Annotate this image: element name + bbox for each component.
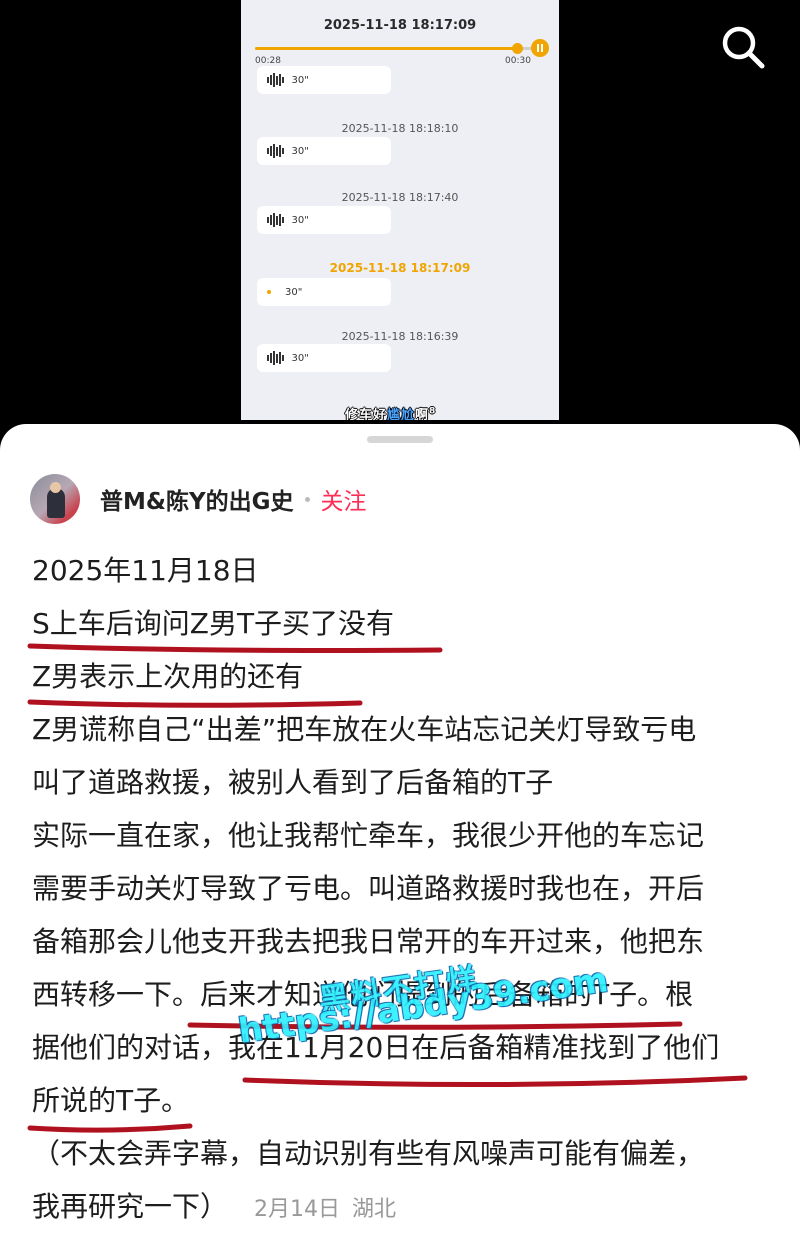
voice-duration: 30" — [291, 352, 309, 364]
post-line: Z男谎称自己“出差”把车放在火车站忘记关灯导致亏电 — [32, 713, 697, 746]
follow-button[interactable]: 关注 — [320, 482, 366, 516]
message-timestamp: 2025-11-18 18:16:39 — [341, 330, 459, 343]
voice-duration: 30" — [285, 286, 303, 298]
voice-duration: 30" — [291, 145, 309, 157]
elapsed-time: 00:28 — [255, 56, 281, 66]
video-area: 2025-11-18 18:17:09 00:28 00:30 30" 2025… — [0, 0, 800, 440]
separator-dot — [305, 496, 311, 502]
post-location: 湖北 — [352, 1197, 397, 1222]
post-line: 据他们的对话，我在11月20日在后备箱精准找到了他们 — [32, 1031, 720, 1064]
embedded-screenshot: 2025-11-18 18:17:09 00:28 00:30 30" 2025… — [241, 0, 559, 420]
waveform-icon — [267, 73, 284, 87]
post-line: 备箱那会儿他支开我去把我日常开的车开过来，他把东 — [32, 925, 705, 958]
progress-track[interactable] — [255, 43, 537, 54]
post-line: 需要手动关灯导致了亏电。叫道路救援时我也在，开后 — [32, 872, 705, 905]
search-icon[interactable] — [718, 22, 768, 72]
drag-handle[interactable] — [367, 436, 433, 443]
waveform-icon — [267, 351, 284, 365]
post-line: 所说的T子。 — [32, 1084, 190, 1117]
post-sheet: 普M&陈Y的出G史 关注 2025年11月18日 S上车后询问Z男T子买了没有 … — [0, 424, 800, 1257]
progress-fill — [255, 47, 518, 50]
author-name[interactable]: 普M&陈Y的出G史 — [100, 482, 293, 516]
video-caption: 修车好尴尬啊8 — [345, 406, 437, 420]
waveform-icon — [267, 144, 284, 158]
author-row: 普M&陈Y的出G史 关注 — [30, 472, 366, 526]
pause-icon[interactable] — [531, 39, 549, 57]
post-meta: 2月14日 湖北 — [254, 1197, 396, 1222]
voice-message[interactable]: 30" — [257, 137, 391, 165]
message-timestamp-active: 2025-11-18 18:17:09 — [329, 261, 471, 275]
message-timestamp: 2025-11-18 18:17:40 — [341, 191, 459, 204]
voice-duration: 30" — [291, 214, 309, 226]
post-line: 叫了道路救援，被别人看到了后备箱的T子 — [32, 766, 554, 799]
post-line-last: 我再研究一下） 2月14日 湖北 — [32, 1190, 397, 1223]
post-date: 2月14日 — [254, 1197, 341, 1222]
voice-duration: 30" — [291, 74, 309, 86]
message-timestamp: 2025-11-18 18:18:10 — [341, 122, 459, 135]
voice-message[interactable]: 30" — [257, 66, 391, 94]
voice-message[interactable]: 30" — [257, 344, 391, 372]
total-time: 00:30 — [505, 56, 531, 66]
post-line: S上车后询问Z男T子买了没有 — [32, 607, 395, 640]
waveform-icon — [267, 213, 284, 227]
post-line: 实际一直在家，他让我帮忙牵车，我很少开他的车忘记 — [32, 819, 705, 852]
audio-player: 2025-11-18 18:17:09 00:28 00:30 — [241, 0, 559, 70]
playing-dot-icon — [267, 290, 271, 294]
post-line: 西转移一下。后来才知道他们提到的后备箱的T子。根 — [32, 978, 694, 1011]
avatar[interactable] — [30, 474, 80, 524]
post-line: （不太会弄字幕，自动识别有些有风噪声可能有偏差， — [32, 1137, 705, 1170]
post-line: 2025年11月18日 — [32, 554, 259, 587]
player-timestamp: 2025-11-18 18:17:09 — [323, 18, 477, 33]
post-line: Z男表示上次用的还有 — [32, 660, 304, 693]
voice-message-playing[interactable]: 30" — [257, 278, 391, 306]
voice-message[interactable]: 30" — [257, 206, 391, 234]
progress-knob[interactable] — [512, 43, 524, 54]
